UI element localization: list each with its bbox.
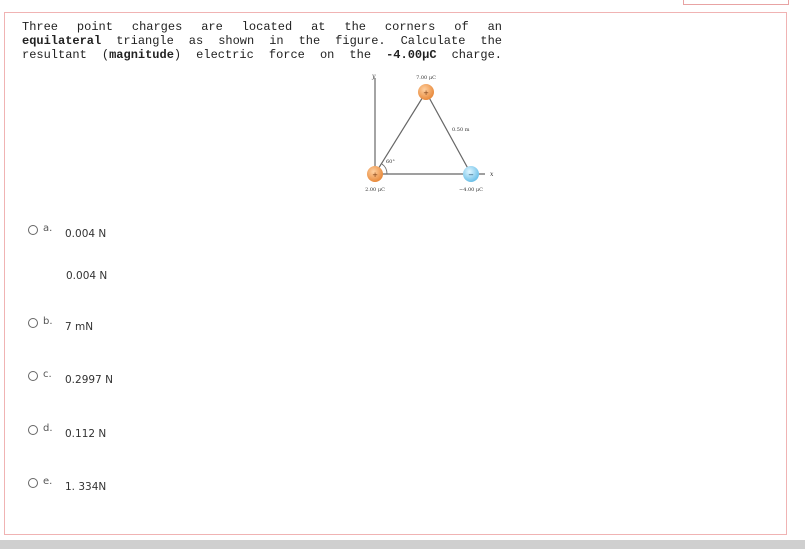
option-b[interactable]: b. 7 mN: [28, 316, 93, 333]
radio-b[interactable]: [28, 318, 38, 328]
option-letter: b.: [43, 316, 53, 327]
question-line-2: equilateral triangle as shown in the fig…: [22, 34, 502, 48]
left-charge-label: 2.00 μC: [365, 187, 385, 193]
radio-d[interactable]: [28, 425, 38, 435]
bold-charge: -4.00μC: [386, 48, 437, 62]
option-letter: c.: [43, 369, 52, 380]
radio-a[interactable]: [28, 225, 38, 235]
question-text: Three point charges are located at the c…: [22, 20, 502, 62]
option-value: 0.004 N: [65, 228, 107, 240]
charges-figure: y x 60° 0.50 m + 7.00 μC + 2.00 μC − −4.…: [365, 73, 494, 193]
q3c: charge.: [436, 48, 503, 62]
right-charge-label: −4.00 μC: [459, 187, 483, 193]
q3a: resultant (: [22, 48, 110, 62]
side-length-label: 0.50 m: [452, 127, 470, 133]
q3b: ) electric force on the: [173, 48, 387, 62]
option-value: 0.112 N: [65, 428, 107, 440]
left-charge-sign: +: [372, 171, 378, 179]
bold-equilateral: equilateral: [22, 34, 102, 48]
option-value: 7 mN: [65, 321, 94, 333]
option-letter: a.: [43, 223, 53, 234]
top-charge-label: 7.00 μC: [416, 75, 436, 81]
triangle-right-side: [425, 91, 472, 175]
option-e[interactable]: e. 1. 334N: [28, 476, 106, 493]
option-c[interactable]: c. 0.2997 N: [28, 369, 113, 386]
radio-c[interactable]: [28, 371, 38, 381]
y-axis-label: y: [371, 73, 376, 80]
x-axis-label: x: [490, 171, 494, 178]
option-letter: d.: [43, 423, 53, 434]
radio-e[interactable]: [28, 478, 38, 488]
option-a[interactable]: a. 0.004 N: [28, 223, 106, 240]
triangle-left-side: [374, 91, 427, 175]
question-line-3: resultant (magnitude) electric force on …: [22, 48, 502, 62]
option-value: 1. 334N: [65, 481, 107, 493]
question-line-2-rest: triangle as shown in the figure. Calcula…: [101, 34, 502, 48]
option-a-extra-text: 0.004 N: [66, 270, 108, 282]
top-charge-sign: +: [423, 89, 429, 97]
option-d[interactable]: d. 0.112 N: [28, 423, 106, 440]
option-letter: e.: [43, 476, 53, 487]
right-charge-sign: −: [468, 171, 474, 179]
question-line-1: Three point charges are located at the c…: [22, 20, 502, 34]
top-right-box: [683, 0, 789, 5]
bottom-bar: [0, 540, 805, 549]
bold-magnitude: magnitude: [109, 48, 174, 62]
angle-label: 60°: [386, 159, 395, 165]
option-value: 0.2997 N: [65, 374, 113, 386]
